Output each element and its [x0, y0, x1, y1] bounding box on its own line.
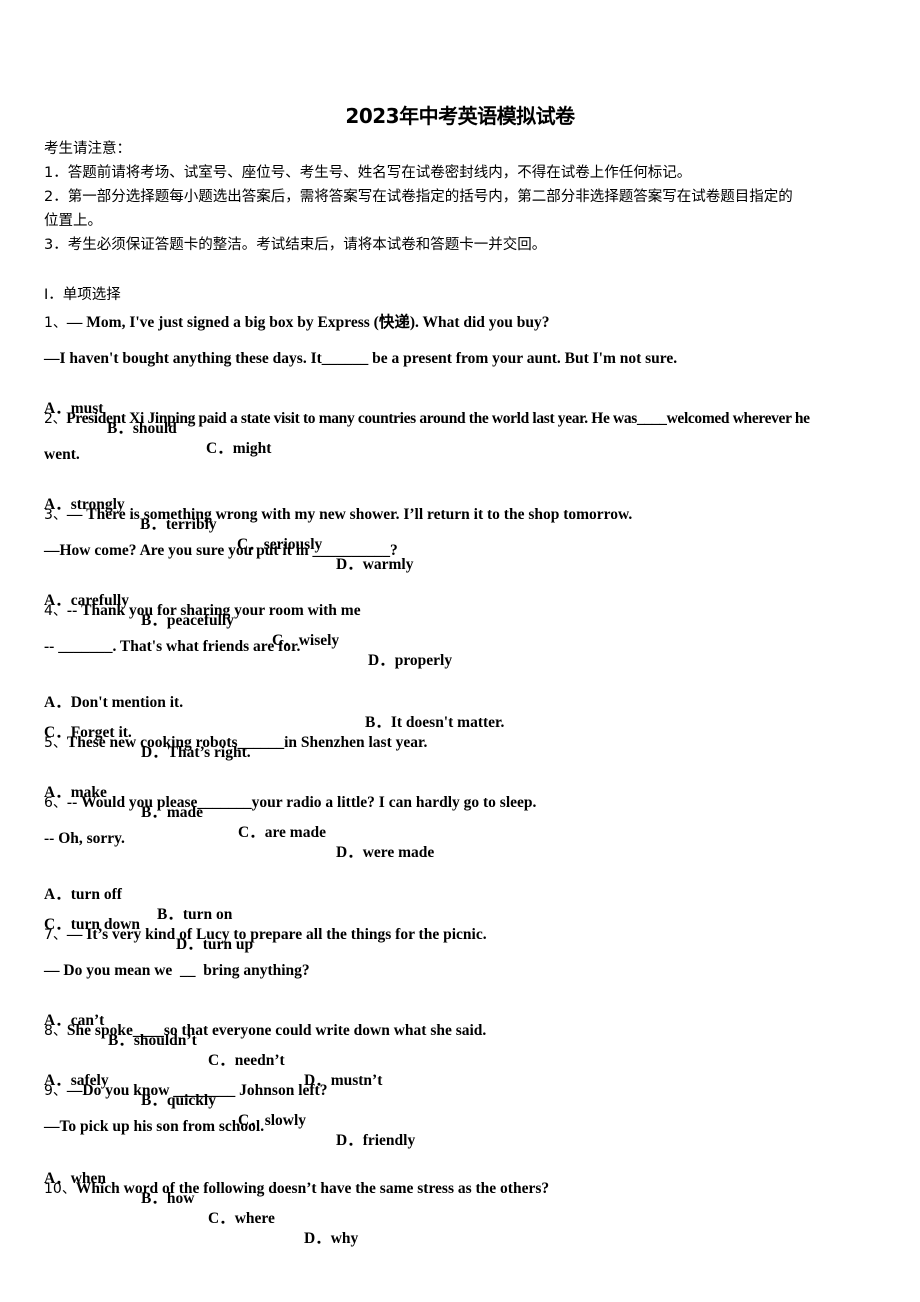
question-number: 2、	[44, 411, 67, 427]
exam-page: 2023年中考英语模拟试卷 考生请注意： 1．答题前请将考场、试室号、座位号、考…	[0, 0, 920, 1302]
question-text: — There is something wrong with my new s…	[66, 506, 633, 523]
question-number: 10、	[44, 1181, 76, 1197]
question-9-options: A．when B．how C．where D．why	[44, 1149, 358, 1269]
option-d[interactable]: D．why	[304, 1229, 358, 1249]
notice-item-3: 3．考生必须保证答题卡的整洁。考试结束后，请将本试卷和答题卡一并交回。	[44, 237, 547, 253]
question-9: 9、—Do you know ________ Johnson left?	[44, 1081, 327, 1101]
question-text: — Mom, I've just signed a big box by Exp…	[66, 314, 550, 331]
notice-item-1: 1．答题前请将考场、试室号、座位号、考生号、姓名写在试卷密封线内，不得在试卷上作…	[44, 165, 692, 181]
question-1: 1、— Mom, I've just signed a big box by E…	[44, 313, 550, 333]
option-a[interactable]: A．Don't mention it.	[44, 693, 183, 713]
question-3-line-2: —How come? Are you sure you put it in __…	[44, 542, 398, 559]
question-text: She spoke____so that everyone could writ…	[66, 1022, 487, 1039]
question-6: 6、-- Would you please_______your radio a…	[44, 793, 536, 813]
option-c[interactable]: C．where	[208, 1209, 275, 1229]
question-number: 7、	[44, 927, 67, 943]
question-number: 9、	[44, 1083, 67, 1099]
question-5: 5、These new cooking robots______in Shenz…	[44, 733, 427, 753]
page-title: 2023年中考英语模拟试卷	[345, 104, 575, 128]
question-number: 3、	[44, 507, 67, 523]
option-b[interactable]: B．turn on	[157, 905, 232, 925]
question-3: 3、— There is something wrong with my new…	[44, 505, 632, 525]
question-number: 6、	[44, 795, 67, 811]
question-text: President Xi Jinping paid a state visit …	[66, 410, 810, 427]
question-7: 7、— It’s very kind of Lucy to prepare al…	[44, 925, 487, 945]
question-8: 8、She spoke____so that everyone could wr…	[44, 1021, 486, 1041]
option-d[interactable]: D．friendly	[336, 1131, 415, 1151]
question-7-line-2: — Do you mean we __ bring anything?	[44, 962, 310, 979]
option-c[interactable]: C．needn’t	[208, 1051, 285, 1071]
section-heading: Ⅰ．单项选择	[44, 287, 121, 303]
question-text: — It’s very kind of Lucy to prepare all …	[66, 926, 487, 943]
question-number: 1、	[44, 315, 67, 331]
question-4-line-2: -- _______. That's what friends are for.	[44, 638, 301, 655]
question-2-line-2: went.	[44, 446, 80, 463]
question-4: 4、-- Thank you for sharing your room wit…	[44, 601, 361, 621]
question-number: 4、	[44, 603, 67, 619]
question-1-line-2: —I haven't bought anything these days. I…	[44, 350, 678, 367]
question-2: 2、President Xi Jinping paid a state visi…	[44, 409, 810, 429]
option-d[interactable]: D．properly	[368, 651, 452, 671]
question-10: 10、Which word of the following doesn’t h…	[44, 1179, 549, 1199]
option-c[interactable]: C．are made	[238, 823, 326, 843]
notice-item-2-cont: 位置上。	[44, 213, 102, 229]
option-d[interactable]: D．were made	[336, 843, 434, 863]
question-text: -- Thank you for sharing your room with …	[66, 602, 361, 619]
notice-item-2: 2．第一部分选择题每小题选出答案后，需将答案写在试卷指定的括号内，第二部分非选择…	[44, 189, 793, 205]
question-6-line-2: -- Oh, sorry.	[44, 830, 125, 847]
question-text: Which word of the following doesn’t have…	[75, 1180, 550, 1197]
question-9-line-2: —To pick up his son from school.	[44, 1118, 265, 1135]
question-number: 8、	[44, 1023, 67, 1039]
option-c[interactable]: C．might	[206, 439, 271, 459]
question-number: 5、	[44, 735, 67, 751]
notice-heading: 考生请注意：	[44, 141, 131, 157]
question-text: —Do you know ________ Johnson left?	[66, 1082, 328, 1099]
question-text: -- Would you please_______your radio a l…	[66, 794, 537, 811]
option-b[interactable]: B．It doesn't matter.	[365, 713, 504, 733]
question-text: These new cooking robots______in Shenzhe…	[66, 734, 428, 751]
